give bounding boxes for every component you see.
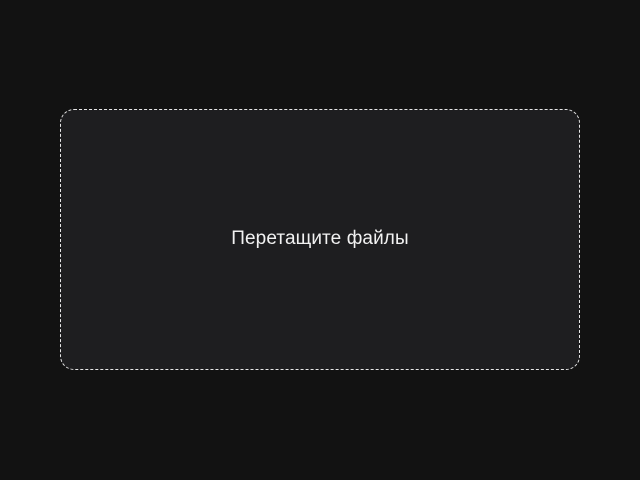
file-dropzone[interactable]: Перетащите файлы [60,109,580,370]
app-window: Перетащите файлы [0,0,640,480]
dropzone-label: Перетащите файлы [231,227,409,249]
